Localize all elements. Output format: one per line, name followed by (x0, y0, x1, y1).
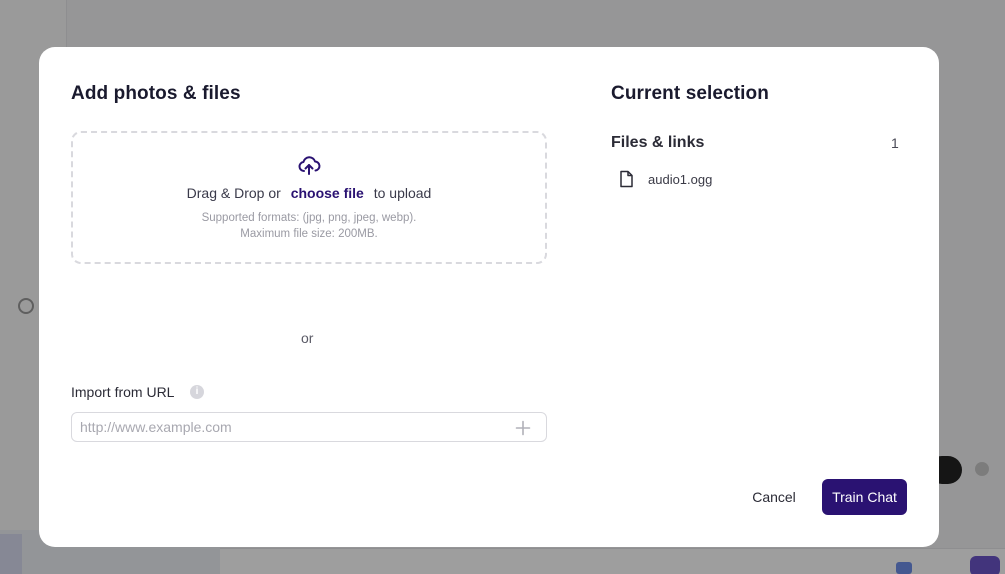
dropzone-suffix: to upload (373, 185, 432, 201)
add-files-modal: Add photos & files Drag & Drop or choose… (39, 47, 939, 547)
supported-formats-text: Supported formats: (jpg, png, jpeg, webp… (201, 212, 417, 224)
modal-title: Add photos & files (71, 83, 241, 104)
upload-cloud-icon (298, 156, 321, 175)
files-links-heading: Files & links (611, 134, 705, 151)
plus-icon[interactable] (515, 420, 531, 436)
current-selection-title: Current selection (611, 83, 769, 104)
upload-dropzone[interactable]: Drag & Drop or choose file to upload Sup… (71, 131, 547, 264)
choose-file-link[interactable]: choose file (291, 185, 364, 201)
cancel-button[interactable]: Cancel (742, 480, 806, 514)
dropzone-instructions: Drag & Drop or choose file to upload (73, 185, 545, 201)
max-file-size-text: Maximum file size: 200MB. (240, 228, 378, 240)
list-item[interactable]: audio1.ogg (619, 169, 712, 189)
info-icon[interactable]: i (190, 385, 204, 399)
dropzone-prefix: Drag & Drop or (186, 185, 281, 201)
import-url-label: Import from URL (71, 384, 175, 400)
file-name: audio1.ogg (648, 171, 713, 187)
or-divider: or (301, 330, 314, 346)
file-icon (620, 170, 633, 188)
train-chat-button[interactable]: Train Chat (822, 479, 907, 515)
files-count: 1 (891, 135, 899, 151)
import-url-input[interactable] (71, 412, 547, 442)
